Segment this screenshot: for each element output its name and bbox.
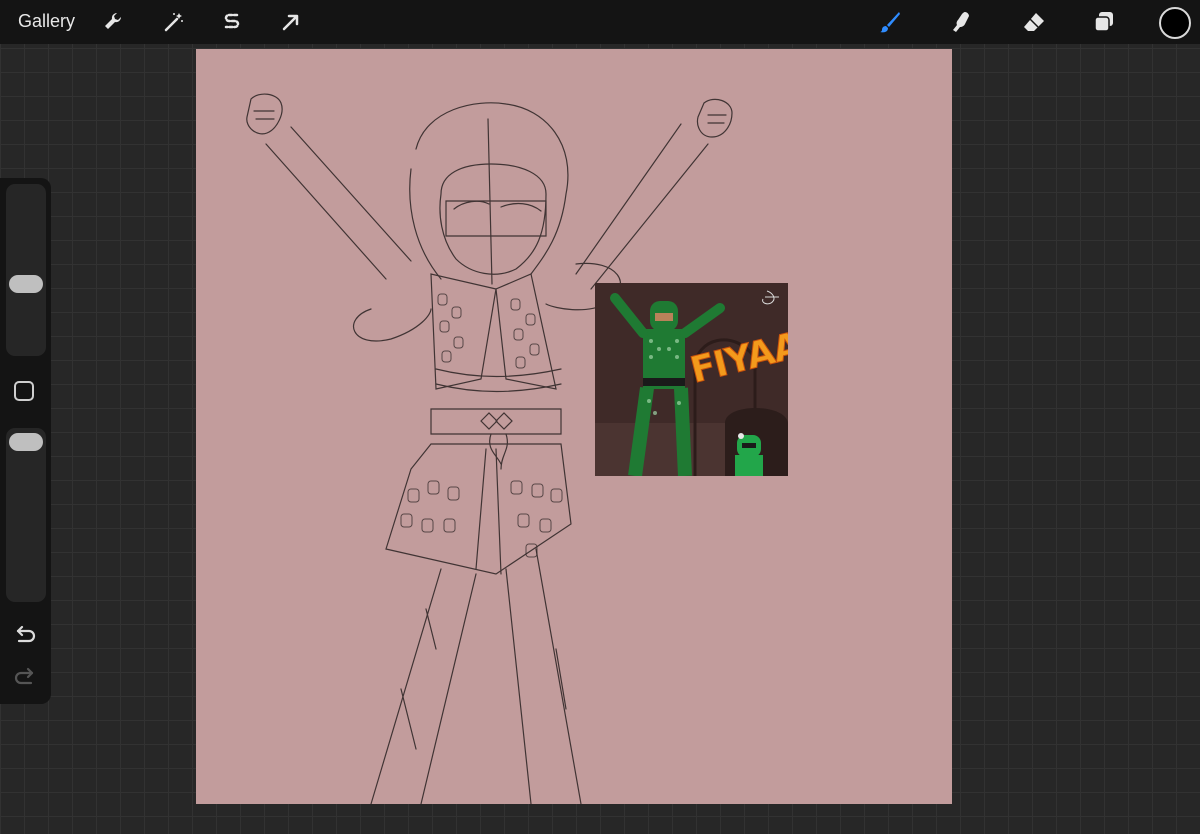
brush-size-thumb[interactable]: [9, 275, 43, 293]
smudge-finger-icon[interactable]: [948, 8, 976, 36]
selection-s-icon[interactable]: [218, 8, 246, 36]
brush-icon[interactable]: [876, 8, 904, 36]
drawing-canvas[interactable]: FIYAAAH: [196, 49, 952, 804]
color-picker-button[interactable]: [1159, 7, 1191, 39]
reference-illustration: [595, 283, 788, 476]
modify-button[interactable]: [14, 381, 34, 401]
reference-image[interactable]: FIYAAAH: [595, 283, 788, 476]
brush-size-slider[interactable]: [6, 184, 46, 356]
arrow-cursor-icon[interactable]: [277, 8, 305, 36]
top-toolbar: Gallery: [0, 0, 1200, 44]
sidebar: [0, 178, 51, 704]
opacity-slider[interactable]: [6, 428, 46, 602]
wrench-icon[interactable]: [100, 8, 128, 36]
sketch-drawing: [246, 93, 733, 804]
gallery-button[interactable]: Gallery: [18, 11, 75, 32]
eraser-icon[interactable]: [1020, 8, 1048, 36]
redo-icon[interactable]: [12, 665, 38, 689]
undo-icon[interactable]: [12, 623, 38, 647]
opacity-thumb[interactable]: [9, 433, 43, 451]
layers-icon[interactable]: [1090, 8, 1118, 36]
magic-wand-icon[interactable]: [160, 8, 188, 36]
